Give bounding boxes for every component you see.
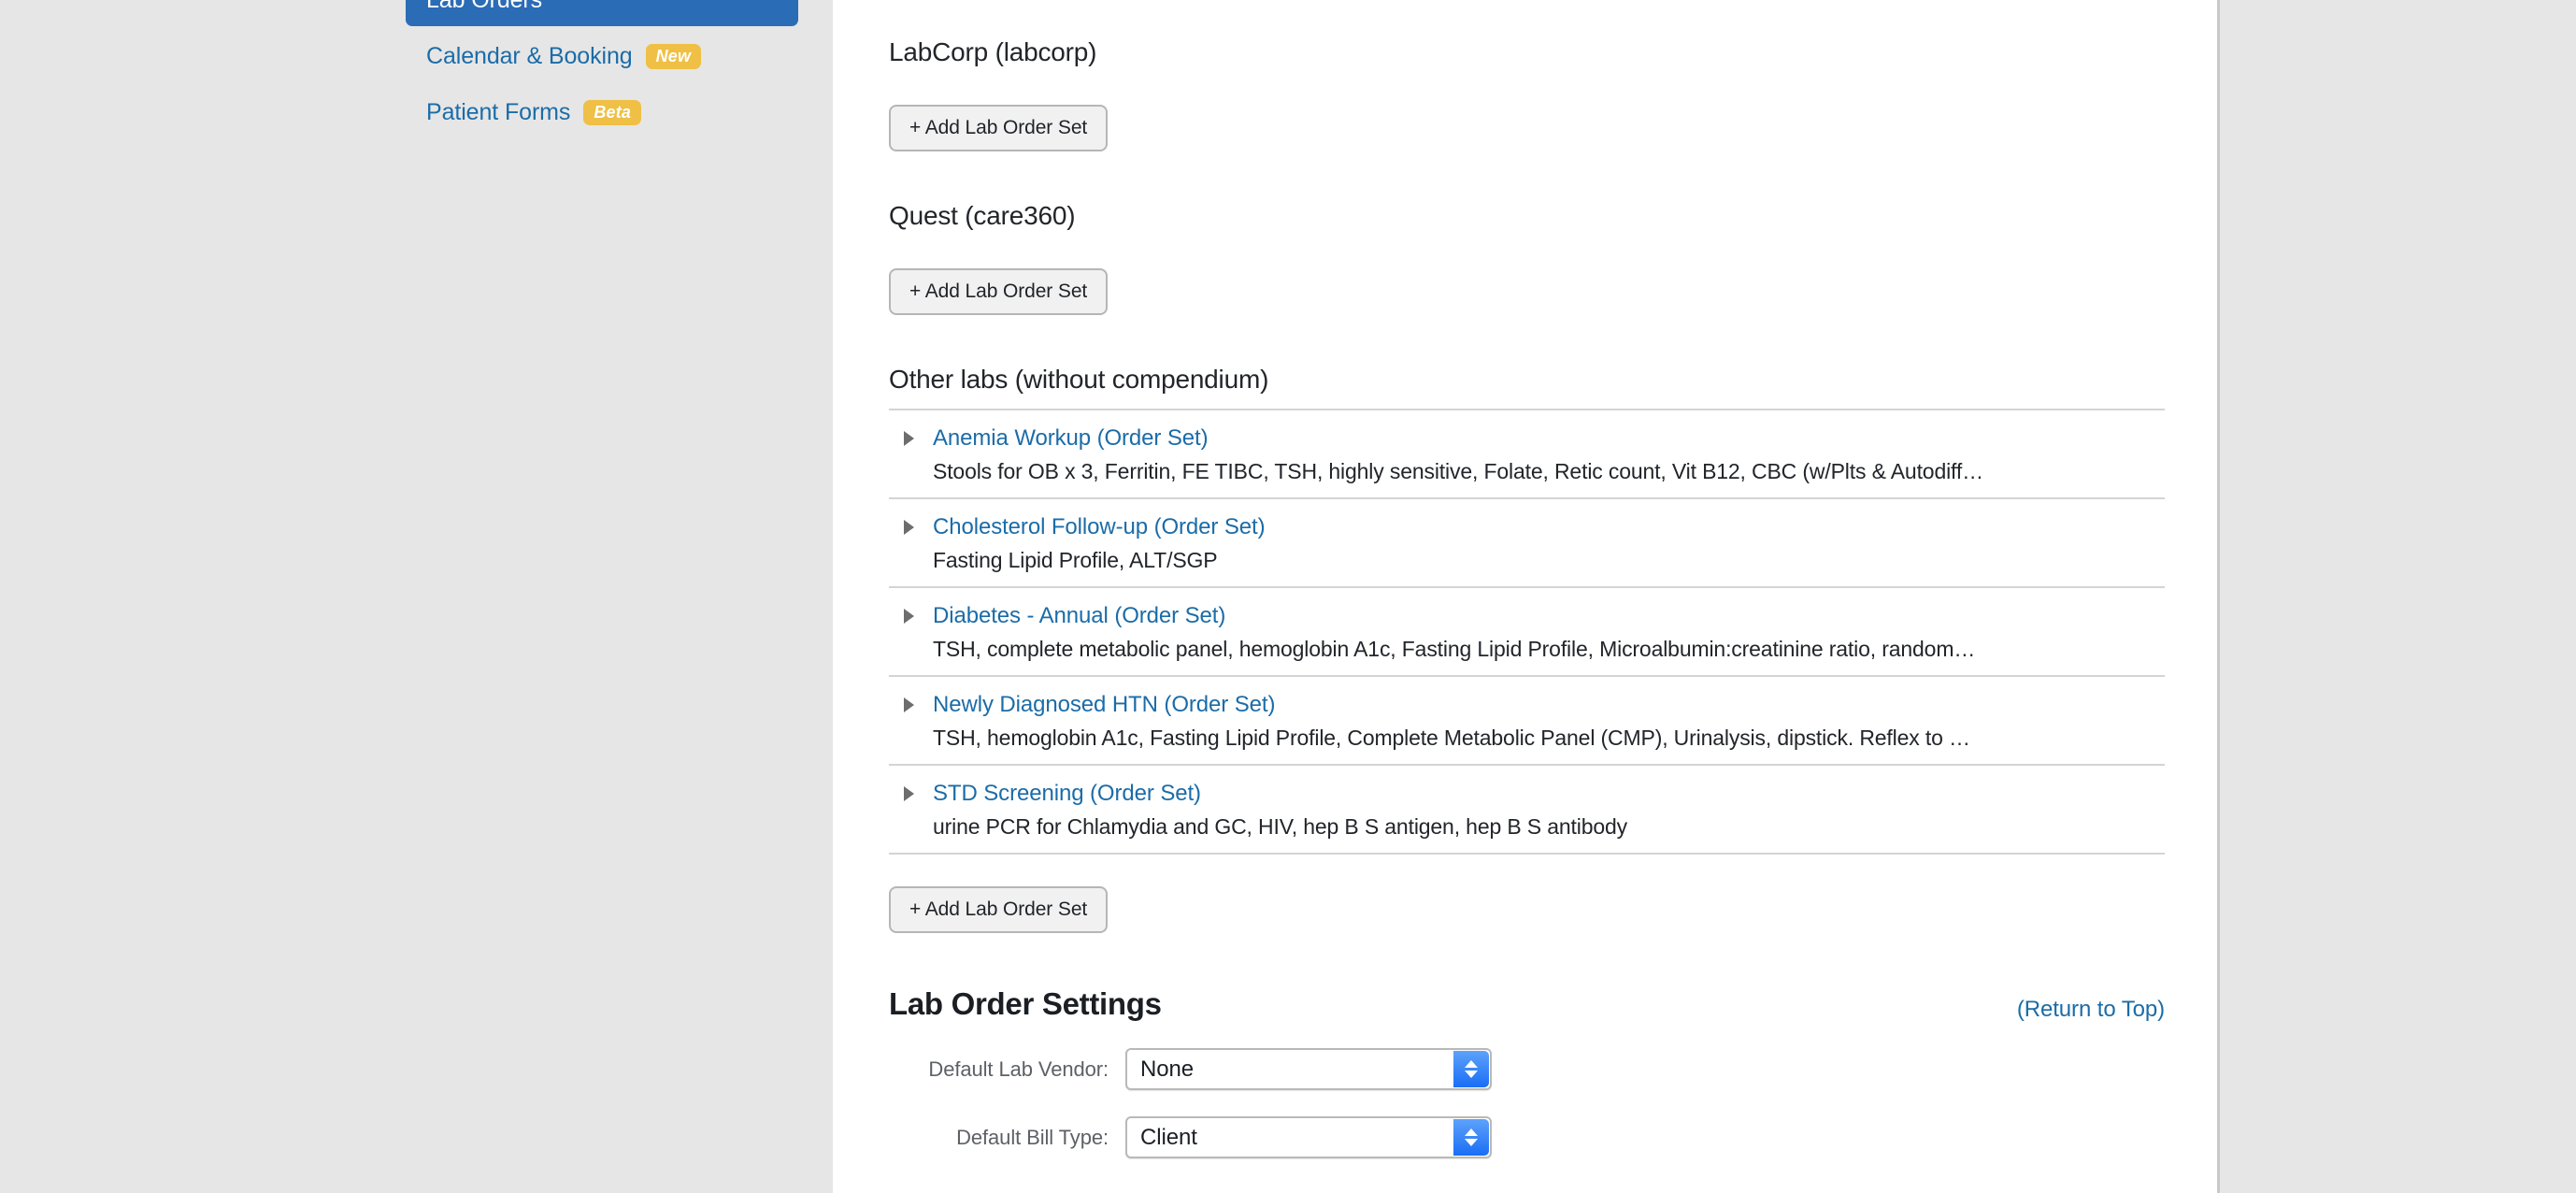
order-set-row: STD Screening (Order Set) urine PCR for … — [889, 764, 2165, 855]
chevron-updown-icon[interactable] — [1453, 1051, 1489, 1087]
chevron-updown-icon[interactable] — [1453, 1119, 1489, 1156]
order-set-description: Stools for OB x 3, Ferritin, FE TIBC, TS… — [933, 459, 1983, 483]
chevron-up-icon — [1465, 1060, 1478, 1068]
sidebar-item-label: Lab Orders — [426, 0, 542, 14]
content-panel: LabCorp (labcorp) + Add Lab Order Set Qu… — [833, 0, 2220, 1193]
order-set-list: Anemia Workup (Order Set) Stools for OB … — [889, 409, 2165, 855]
sidebar-nav-list: Lab Orders Calendar & Booking New Patien… — [406, 0, 798, 142]
order-set-title-line: Anemia Workup (Order Set) — [889, 425, 2165, 452]
lab-order-settings-section: Lab Order Settings (Return to Top) Defau… — [889, 986, 2165, 1158]
sidebar-item-lab-orders[interactable]: Lab Orders — [406, 0, 798, 26]
order-set-title[interactable]: STD Screening (Order Set) — [933, 781, 1201, 807]
disclosure-triangle-icon[interactable] — [904, 609, 914, 624]
disclosure-triangle-icon[interactable] — [904, 697, 914, 712]
default-lab-vendor-row: Default Lab Vendor: None — [889, 1048, 2165, 1090]
sidebar-item-calendar-booking[interactable]: Calendar & Booking New — [406, 30, 798, 82]
add-lab-order-set-button-other[interactable]: + Add Lab Order Set — [889, 886, 1109, 933]
default-bill-type-row: Default Bill Type: Client — [889, 1116, 2165, 1158]
add-lab-order-set-button-quest[interactable]: + Add Lab Order Set — [889, 268, 1109, 315]
return-to-top-link[interactable]: (Return to Top) — [2017, 997, 2165, 1023]
new-badge: New — [645, 43, 702, 69]
sidebar: Lab Orders Calendar & Booking New Patien… — [0, 0, 833, 1193]
chevron-down-icon — [1465, 1139, 1478, 1146]
order-set-title-line: Newly Diagnosed HTN (Order Set) — [889, 692, 2165, 718]
beta-badge: Beta — [583, 99, 642, 125]
default-bill-type-value: Client — [1140, 1124, 1197, 1150]
default-lab-vendor-select[interactable]: None — [1125, 1048, 1492, 1090]
order-set-row: Cholesterol Follow-up (Order Set) Fastin… — [889, 497, 2165, 586]
order-set-title[interactable]: Anemia Workup (Order Set) — [933, 425, 1209, 452]
disclosure-triangle-icon[interactable] — [904, 520, 914, 535]
quest-heading: Quest (care360) — [889, 201, 1076, 230]
order-set-description: TSH, complete metabolic panel, hemoglobi… — [933, 637, 1976, 661]
order-set-description: Fasting Lipid Profile, ALT/SGP — [933, 548, 1218, 572]
order-set-title-line: Cholesterol Follow-up (Order Set) — [889, 514, 2165, 540]
disclosure-triangle-icon[interactable] — [904, 786, 914, 801]
other-labs-heading: Other labs (without compendium) — [889, 365, 1269, 394]
chevron-up-icon — [1465, 1128, 1478, 1136]
order-set-title[interactable]: Cholesterol Follow-up (Order Set) — [933, 514, 1266, 540]
order-set-row: Newly Diagnosed HTN (Order Set) TSH, hem… — [889, 675, 2165, 764]
sidebar-item-label: Patient Forms — [426, 98, 571, 125]
order-set-description: TSH, hemoglobin A1c, Fasting Lipid Profi… — [933, 726, 1970, 750]
order-set-row: Anemia Workup (Order Set) Stools for OB … — [889, 409, 2165, 497]
chevron-down-icon — [1465, 1071, 1478, 1078]
disclosure-triangle-icon[interactable] — [904, 431, 914, 446]
sidebar-item-label: Calendar & Booking — [426, 42, 633, 69]
order-set-title[interactable]: Newly Diagnosed HTN (Order Set) — [933, 692, 1275, 718]
default-bill-type-label: Default Bill Type: — [956, 1125, 1109, 1149]
default-lab-vendor-value: None — [1140, 1056, 1194, 1082]
sidebar-item-patient-forms[interactable]: Patient Forms Beta — [406, 86, 798, 138]
order-set-description: urine PCR for Chlamydia and GC, HIV, hep… — [933, 814, 1627, 839]
labcorp-heading: LabCorp (labcorp) — [889, 37, 1097, 66]
order-set-title[interactable]: Diabetes - Annual (Order Set) — [933, 603, 1225, 629]
default-lab-vendor-label: Default Lab Vendor: — [928, 1056, 1109, 1081]
settings-title: Lab Order Settings — [889, 986, 1162, 1021]
add-lab-order-set-button-labcorp[interactable]: + Add Lab Order Set — [889, 105, 1109, 151]
order-set-title-line: Diabetes - Annual (Order Set) — [889, 603, 2165, 629]
order-set-title-line: STD Screening (Order Set) — [889, 781, 2165, 807]
default-bill-type-select[interactable]: Client — [1125, 1116, 1492, 1158]
order-set-row: Diabetes - Annual (Order Set) TSH, compl… — [889, 586, 2165, 675]
